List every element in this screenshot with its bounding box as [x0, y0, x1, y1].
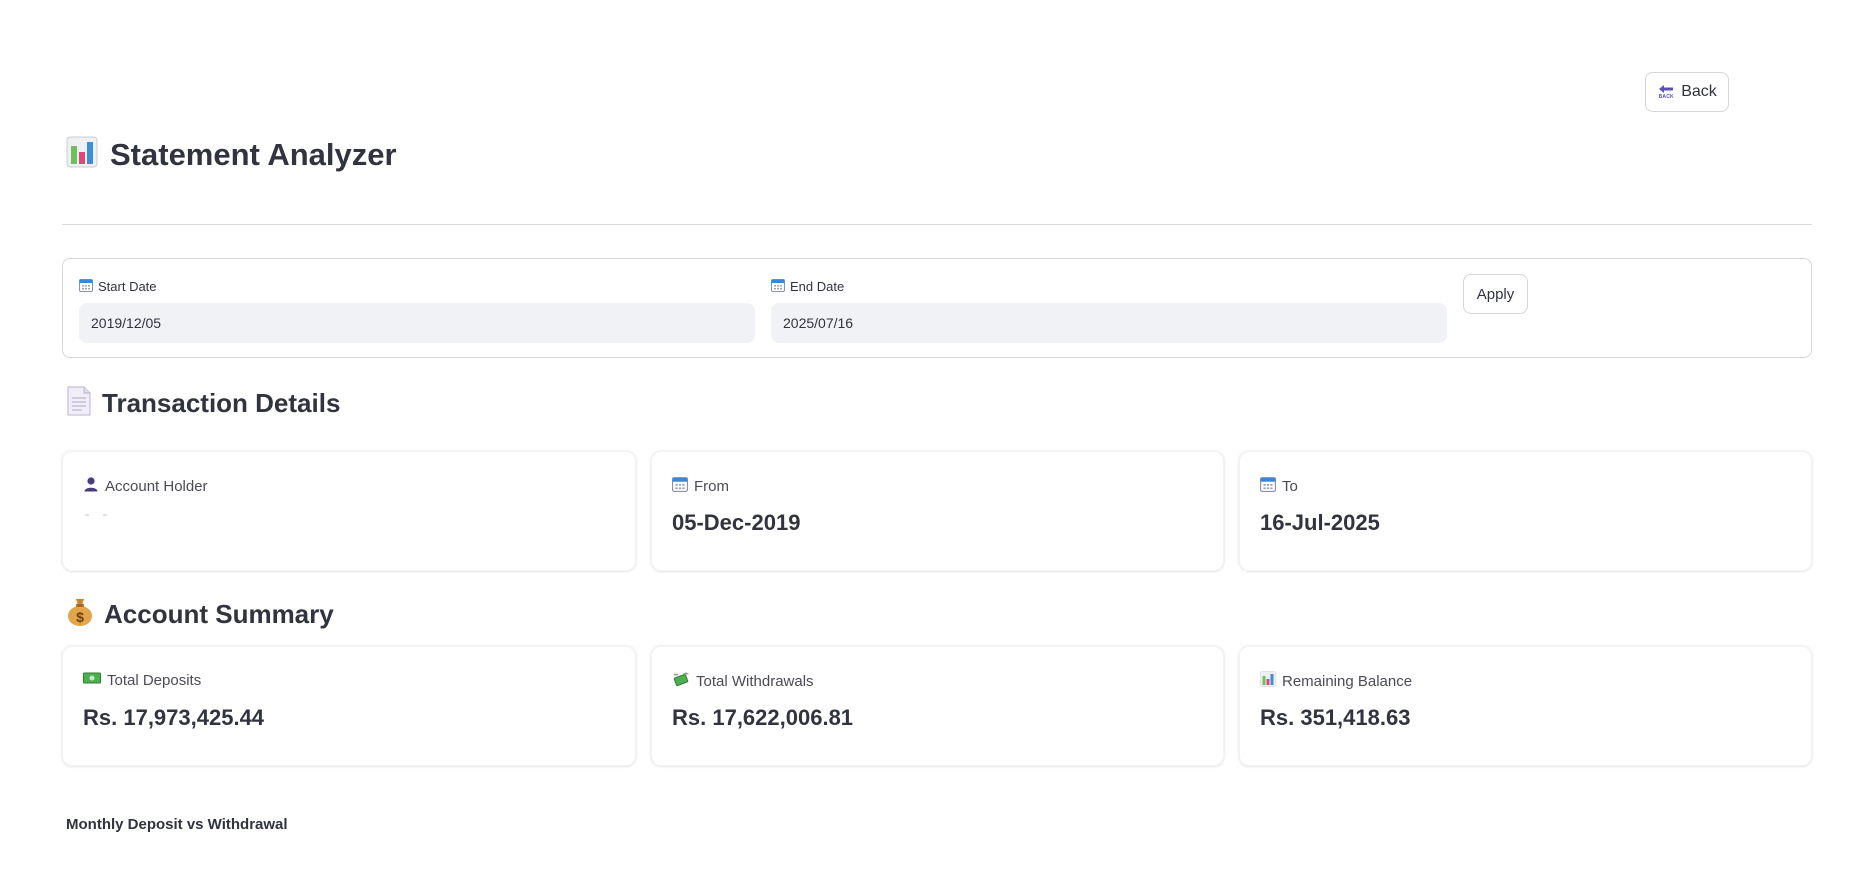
calendar-icon — [79, 278, 93, 295]
total-withdrawals-value: Rs. 17,622,006.81 — [672, 705, 854, 730]
calendar-icon — [672, 476, 688, 496]
start-date-input[interactable] — [79, 303, 755, 343]
calendar-icon — [1260, 476, 1276, 496]
back-icon-text: BACK — [1658, 94, 1674, 100]
from-date-label-text: From — [694, 477, 729, 495]
total-withdrawals-label: Total Withdrawals — [672, 671, 814, 691]
date-filter-form: Start Date End Date Apply — [62, 258, 1812, 358]
total-deposits-label-text: Total Deposits — [107, 671, 202, 689]
to-date-label: To — [1260, 476, 1298, 496]
end-date-label-text: End Date — [790, 278, 845, 294]
total-withdrawals-label-text: Total Withdrawals — [696, 672, 814, 690]
from-date-label: From — [672, 476, 729, 496]
banknote-icon — [83, 671, 101, 689]
account-summary-heading: $ Account Summary — [66, 597, 334, 632]
from-date-card: From 05-Dec-2019 — [651, 451, 1224, 571]
back-button-label: Back — [1681, 83, 1717, 100]
transaction-details-heading: Transaction Details — [66, 386, 340, 421]
total-deposits-card: Total Deposits Rs. 17,973,425.44 — [62, 646, 636, 766]
document-icon — [66, 386, 92, 421]
from-date-value: 05-Dec-2019 — [672, 510, 801, 535]
person-icon — [83, 476, 99, 496]
end-date-field: End Date — [771, 277, 1447, 343]
start-date-label: Start Date — [79, 277, 755, 295]
statement-analyzer-page: BACK Back Statement Analyzer Start Date … — [0, 0, 1861, 876]
remaining-balance-value: Rs. 351,418.63 — [1260, 705, 1411, 730]
chart-caption: Monthly Deposit vs Withdrawal — [66, 816, 288, 833]
remaining-balance-label: Remaining Balance — [1260, 671, 1412, 691]
remaining-balance-card: Remaining Balance Rs. 351,418.63 — [1239, 646, 1812, 766]
header-divider — [62, 224, 1812, 225]
remaining-balance-label-text: Remaining Balance — [1282, 672, 1413, 690]
account-holder-label-text: Account Holder — [105, 477, 208, 495]
to-date-card: To 16-Jul-2025 — [1239, 451, 1812, 571]
start-date-field: Start Date — [79, 277, 755, 343]
page-header: Statement Analyzer — [66, 136, 397, 173]
start-date-label-text: Start Date — [98, 278, 157, 294]
total-deposits-value: Rs. 17,973,425.44 — [83, 705, 265, 730]
bar-chart-icon — [66, 136, 98, 173]
transaction-details-title: Transaction Details — [102, 388, 341, 418]
back-button[interactable]: BACK Back — [1645, 72, 1729, 112]
money-with-wings-icon — [672, 671, 690, 691]
calendar-icon — [771, 278, 785, 295]
back-arrow-icon: BACK — [1657, 83, 1675, 101]
total-withdrawals-card: Total Withdrawals Rs. 17,622,006.81 — [651, 646, 1224, 766]
to-date-label-text: To — [1282, 477, 1298, 495]
account-holder-label: Account Holder — [83, 476, 208, 496]
bar-chart-icon — [1260, 671, 1276, 691]
page-title: Statement Analyzer — [110, 136, 397, 172]
account-holder-value — [85, 514, 107, 516]
account-summary-title: Account Summary — [104, 599, 334, 629]
end-date-input[interactable] — [771, 303, 1447, 343]
to-date-value: 16-Jul-2025 — [1260, 510, 1380, 535]
money-bag-icon: $ — [66, 597, 94, 632]
apply-button[interactable]: Apply — [1463, 274, 1528, 314]
end-date-label: End Date — [771, 277, 1447, 295]
account-holder-card: Account Holder — [62, 451, 636, 571]
total-deposits-label: Total Deposits — [83, 671, 201, 689]
svg-text:$: $ — [76, 609, 84, 625]
